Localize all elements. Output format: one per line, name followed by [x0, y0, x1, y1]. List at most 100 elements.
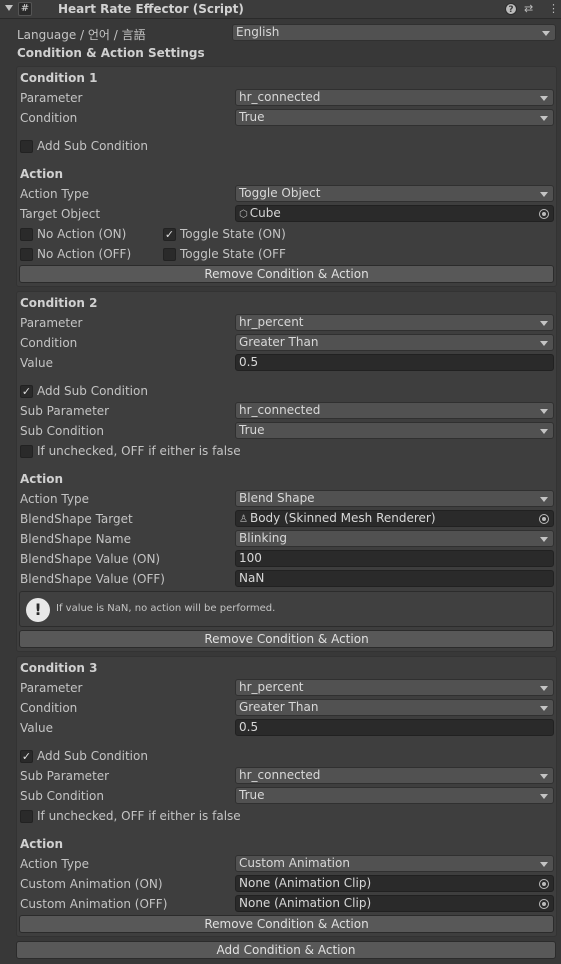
c3-condition-value: Greater Than	[239, 700, 319, 714]
condition-label: Condition	[20, 336, 78, 350]
object-picker-icon[interactable]	[539, 209, 549, 219]
c2-action-type-dropdown[interactable]: Blend Shape	[235, 490, 554, 507]
component-header: # Heart Rate Effector (Script) ? ⇄ ⋮	[0, 0, 561, 19]
c2-blendshape-target-value: Body (Skinned Mesh Renderer)	[249, 511, 436, 525]
chevron-down-icon	[540, 409, 548, 414]
c1-condition-dropdown[interactable]: True	[235, 109, 554, 126]
c2-sub-parameter-dropdown[interactable]: hr_connected	[235, 402, 554, 419]
c2-blendshape-value-on-input[interactable]: 100	[235, 550, 554, 567]
custom-animation-on-label: Custom Animation (ON)	[20, 877, 163, 891]
c3-custom-animation-off-value: None (Animation Clip)	[239, 896, 372, 910]
target-object-label: Target Object	[20, 207, 101, 221]
object-picker-icon[interactable]	[539, 514, 549, 524]
section-title: Condition & Action Settings	[17, 46, 205, 60]
c3-condition-dropdown[interactable]: Greater Than	[235, 699, 554, 716]
no-action-off-label: No Action (OFF)	[37, 247, 132, 261]
chevron-down-icon	[540, 497, 548, 502]
chevron-down-icon	[540, 341, 548, 346]
sub-parameter-label: Sub Parameter	[20, 404, 110, 418]
c3-custom-animation-on-field[interactable]: None (Animation Clip)	[235, 875, 554, 892]
blendshape-name-label: BlendShape Name	[20, 532, 131, 546]
parameter-label: Parameter	[20, 681, 83, 695]
sub-parameter-label: Sub Parameter	[20, 769, 110, 783]
c3-remove-button[interactable]: Remove Condition & Action	[19, 915, 554, 933]
c2-add-sub-condition-checkbox[interactable]: ✓	[20, 385, 33, 398]
c1-action-type-value: Toggle Object	[239, 186, 321, 200]
c2-parameter-dropdown[interactable]: hr_percent	[235, 314, 554, 331]
c2-blendshape-name-dropdown[interactable]: Blinking	[235, 530, 554, 547]
c3-value-input[interactable]: 0.5	[235, 719, 554, 736]
c2-sub-condition-dropdown[interactable]: True	[235, 422, 554, 439]
c3-custom-animation-off-field[interactable]: None (Animation Clip)	[235, 895, 554, 912]
chevron-down-icon	[540, 686, 548, 691]
parameter-label: Parameter	[20, 316, 83, 330]
c3-action-type-dropdown[interactable]: Custom Animation	[235, 855, 554, 872]
c3-action-type-value: Custom Animation	[239, 856, 350, 870]
c2-condition-value: Greater Than	[239, 335, 319, 349]
c1-toggle-state-off-checkbox[interactable]	[163, 248, 176, 261]
c3-parameter-value: hr_percent	[239, 680, 304, 694]
value-label: Value	[20, 721, 53, 735]
help-icon[interactable]: ?	[505, 3, 517, 15]
if-unchecked-label: If unchecked, OFF if either is false	[37, 809, 241, 823]
c2-parameter-value: hr_percent	[239, 315, 304, 329]
add-condition-action-button[interactable]: Add Condition & Action	[16, 941, 556, 959]
custom-animation-off-label: Custom Animation (OFF)	[20, 897, 168, 911]
c1-parameter-dropdown[interactable]: hr_connected	[235, 89, 554, 106]
value-label: Value	[20, 356, 53, 370]
language-dropdown[interactable]: English	[232, 24, 556, 41]
object-picker-icon[interactable]	[539, 879, 549, 889]
c2-sub-parameter-value: hr_connected	[239, 403, 321, 417]
c1-toggle-state-on-checkbox[interactable]: ✓	[163, 228, 176, 241]
chevron-down-icon	[540, 862, 548, 867]
more-options-icon[interactable]: ⋮	[548, 2, 559, 15]
sub-condition-label: Sub Condition	[20, 789, 104, 803]
toggle-state-on-label: Toggle State (ON)	[180, 227, 286, 241]
chevron-down-icon	[540, 321, 548, 326]
chevron-down-icon	[540, 794, 548, 799]
language-value: English	[236, 25, 280, 39]
c3-if-unchecked-checkbox[interactable]	[20, 810, 33, 823]
sub-condition-label: Sub Condition	[20, 424, 104, 438]
toggle-state-off-label: Toggle State (OFF	[180, 247, 286, 261]
c2-sub-condition-value: True	[239, 423, 265, 437]
c2-action-title: Action	[20, 472, 64, 486]
condition-2-title: Condition 2	[20, 296, 98, 310]
c1-target-object-field[interactable]: ⬡ Cube	[235, 205, 554, 222]
help-text: If value is NaN, no action will be perfo…	[56, 603, 276, 614]
c3-add-sub-condition-checkbox[interactable]: ✓	[20, 750, 33, 763]
c2-if-unchecked-checkbox[interactable]	[20, 445, 33, 458]
c1-no-action-on-checkbox[interactable]	[20, 228, 33, 241]
c2-condition-dropdown[interactable]: Greater Than	[235, 334, 554, 351]
preset-icon[interactable]: ⇄	[524, 2, 533, 15]
object-picker-icon[interactable]	[539, 899, 549, 909]
if-unchecked-label: If unchecked, OFF if either is false	[37, 444, 241, 458]
c2-value-input[interactable]: 0.5	[235, 354, 554, 371]
c3-sub-parameter-value: hr_connected	[239, 768, 321, 782]
c2-blendshape-value-off-input[interactable]: NaN	[235, 570, 554, 587]
c1-remove-button[interactable]: Remove Condition & Action	[19, 265, 554, 283]
c1-target-object-value: Cube	[249, 206, 281, 220]
c1-add-sub-condition-checkbox[interactable]	[20, 140, 33, 153]
c2-remove-button[interactable]: Remove Condition & Action	[19, 630, 554, 648]
chevron-down-icon	[540, 706, 548, 711]
chevron-down-icon	[540, 537, 548, 542]
c1-no-action-off-checkbox[interactable]	[20, 248, 33, 261]
c1-condition-value: True	[239, 110, 265, 124]
c3-sub-parameter-dropdown[interactable]: hr_connected	[235, 767, 554, 784]
foldout-arrow-icon[interactable]	[5, 5, 13, 11]
c3-sub-condition-value: True	[239, 788, 265, 802]
no-action-on-label: No Action (ON)	[37, 227, 127, 241]
add-sub-condition-label: Add Sub Condition	[37, 384, 148, 398]
component-enable-toggle[interactable]: #	[18, 2, 32, 16]
skinned-mesh-icon: ♙	[239, 514, 248, 525]
add-sub-condition-label: Add Sub Condition	[37, 749, 148, 763]
c1-action-type-dropdown[interactable]: Toggle Object	[235, 185, 554, 202]
c3-sub-condition-dropdown[interactable]: True	[235, 787, 554, 804]
action-type-label: Action Type	[20, 187, 89, 201]
c2-blendshape-target-field[interactable]: ♙ Body (Skinned Mesh Renderer)	[235, 510, 554, 527]
blendshape-value-on-label: BlendShape Value (ON)	[20, 552, 161, 566]
add-sub-condition-label: Add Sub Condition	[37, 139, 148, 153]
condition-label: Condition	[20, 701, 78, 715]
c3-parameter-dropdown[interactable]: hr_percent	[235, 679, 554, 696]
